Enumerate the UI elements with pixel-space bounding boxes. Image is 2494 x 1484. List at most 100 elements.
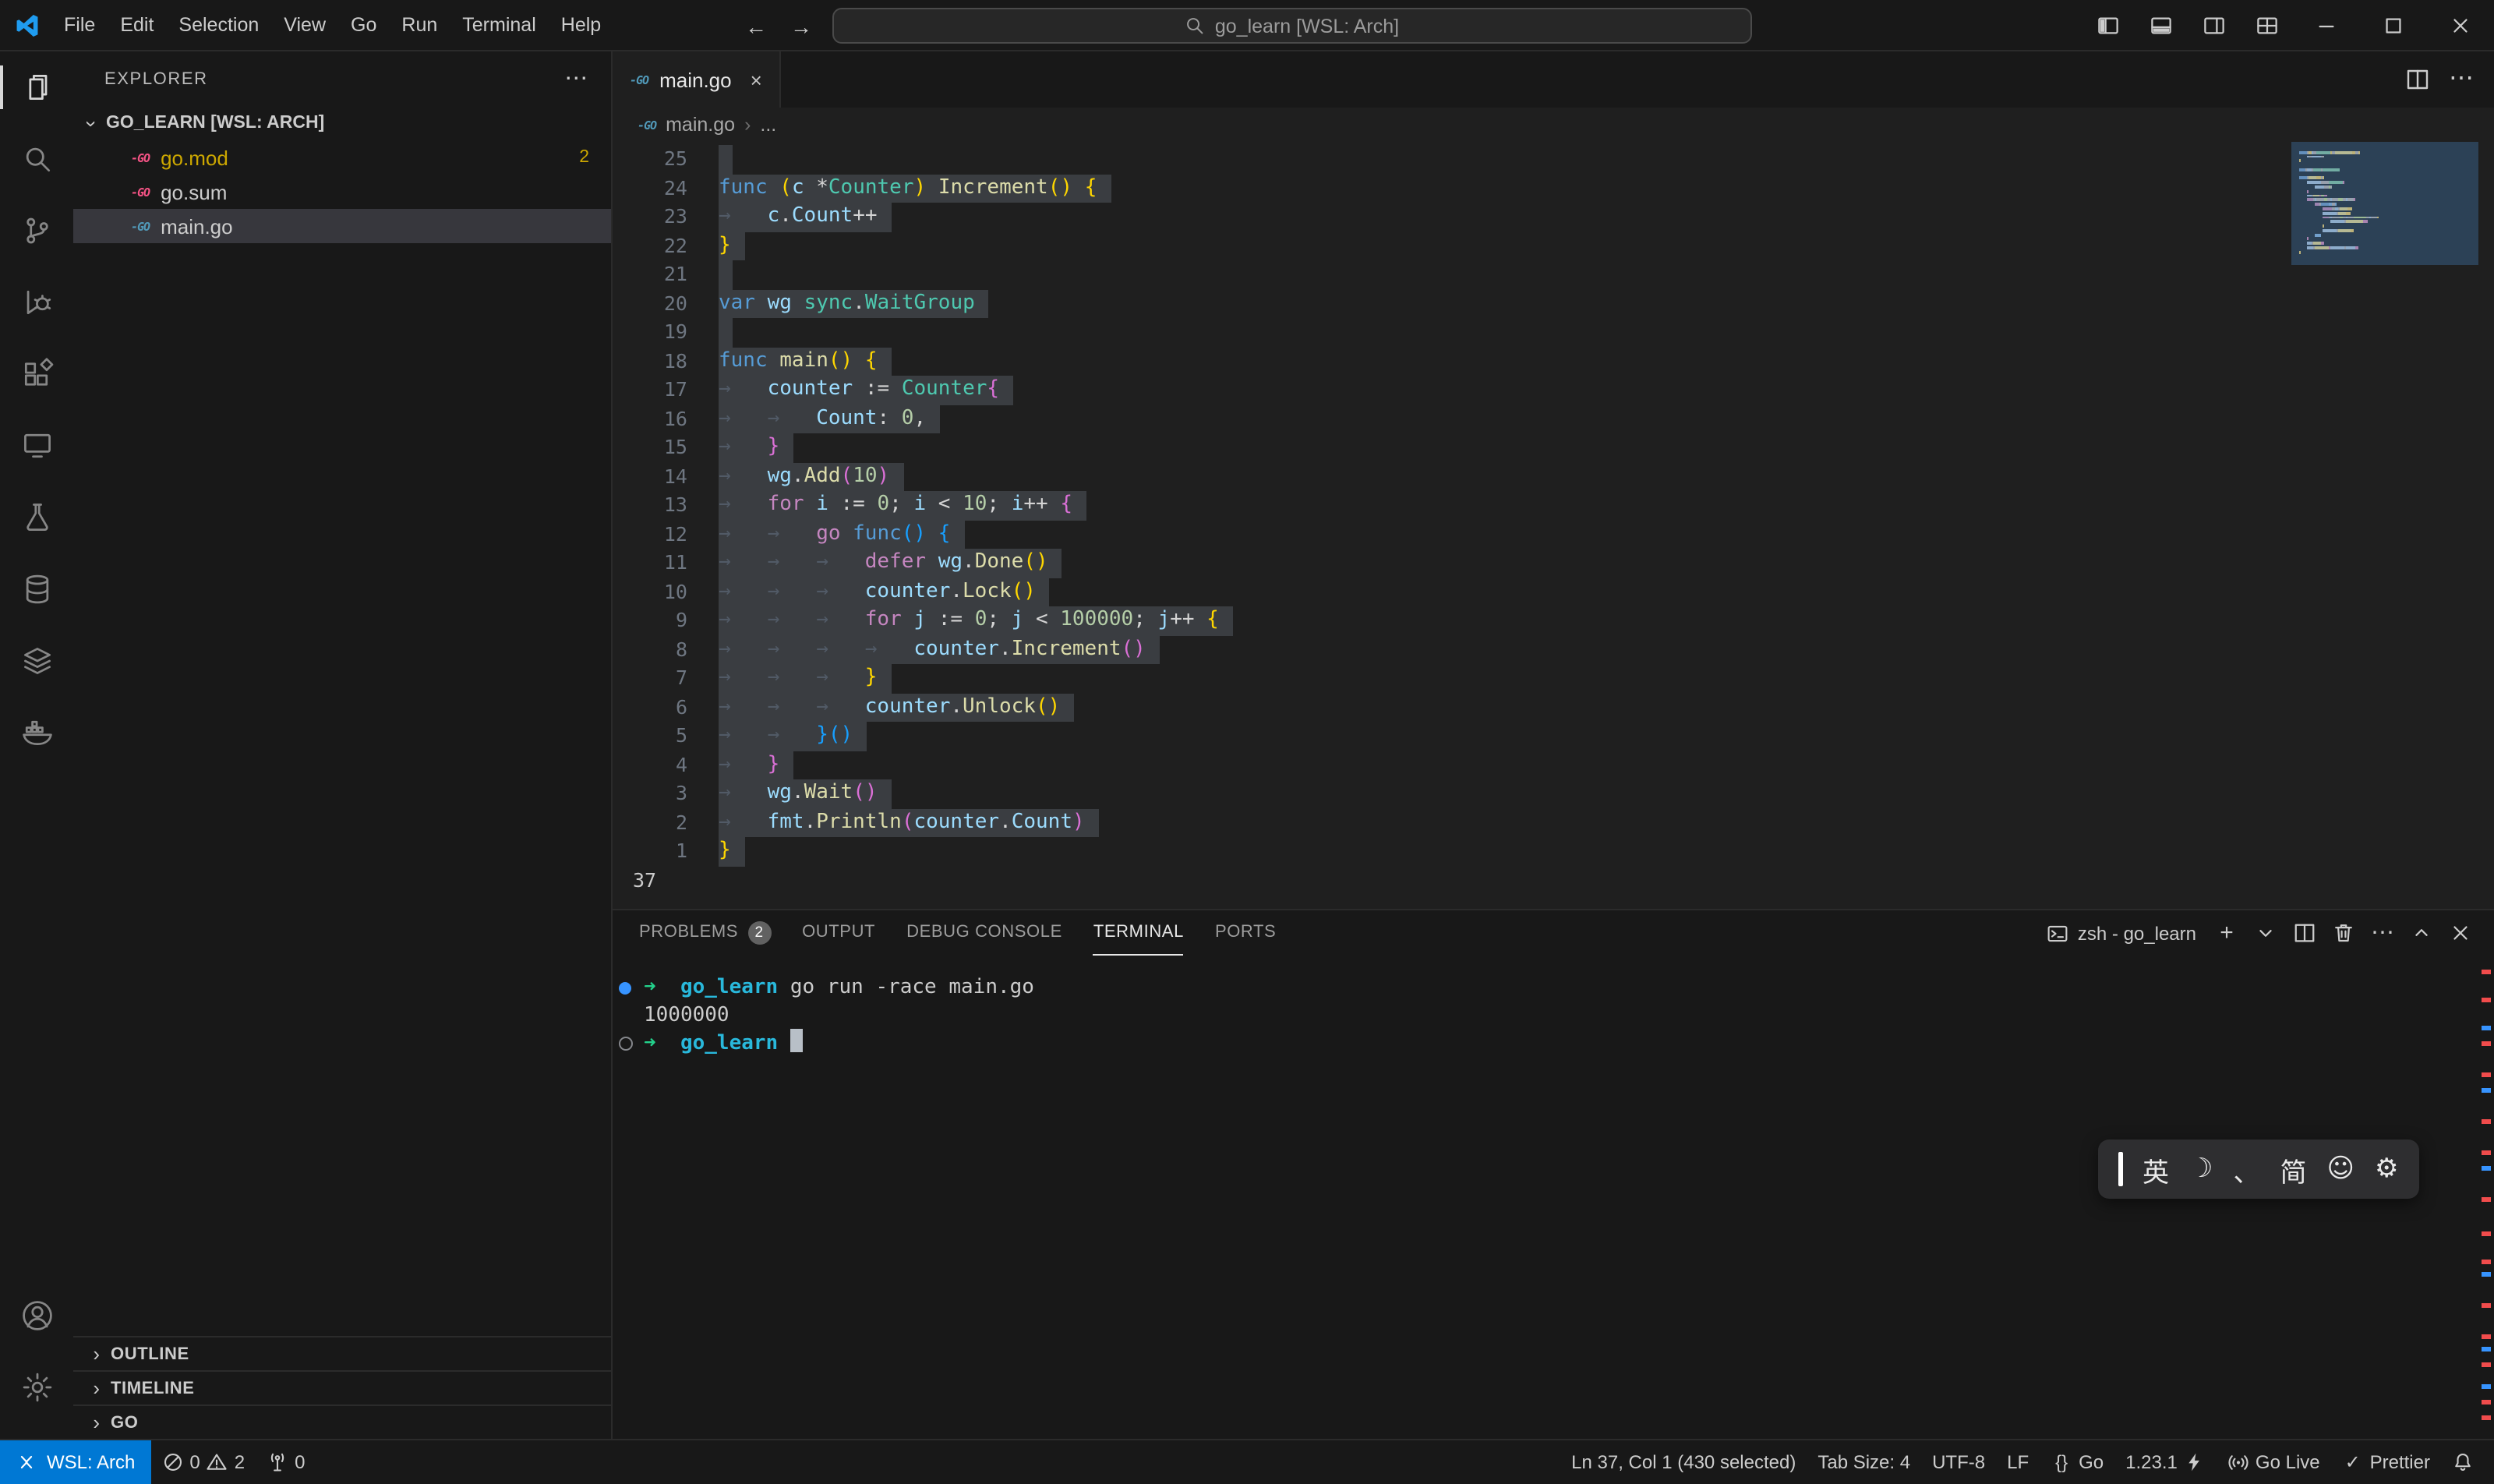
panel-tab-output[interactable]: OUTPUT [802,910,875,956]
ime-halfwidth-icon[interactable]: ☽ [2189,1154,2213,1185]
code-line[interactable]: 10→→→counter.Lock() [613,578,2494,606]
code-line[interactable]: 13→for i := 0; i < 10; i++ { [613,491,2494,520]
tab-size[interactable]: Tab Size: 4 [1807,1440,1921,1484]
code-line[interactable]: 21 [613,260,2494,289]
file-item-go-mod[interactable]: -GOgo.mod2 [73,140,611,175]
code-line[interactable]: 15→} [613,433,2494,462]
activity-testing[interactable] [0,482,73,553]
code-line[interactable]: 3→wg.Wait() [613,779,2494,808]
code-line[interactable]: 5→→}() [613,722,2494,751]
minimize-icon[interactable] [2293,0,2360,50]
line-number[interactable]: 5 [613,722,687,751]
code-line[interactable]: 19 [613,318,2494,347]
ime-settings-icon[interactable]: ⚙ [2375,1154,2399,1185]
line-number[interactable]: 15 [613,433,687,462]
line-number[interactable]: 8 [613,635,687,664]
command-center-search[interactable]: go_learn [WSL: Arch] [832,8,1752,44]
terminal-profile[interactable]: zsh - go_learn [2047,922,2196,944]
split-terminal-icon[interactable] [2293,921,2316,945]
code-line[interactable]: 12→→go func() { [613,520,2494,549]
code-line[interactable]: 9→→→for j := 0; j < 100000; j++ { [613,606,2494,635]
line-number[interactable]: 24 [613,174,687,203]
line-number[interactable]: 6 [613,693,687,722]
activity-accounts[interactable] [0,1280,73,1352]
language-mode[interactable]: {}Go [2040,1440,2114,1484]
forward-arrow-icon[interactable]: → [787,15,815,37]
line-number[interactable]: 9 [613,606,687,635]
code-line[interactable]: 37 [613,866,2494,895]
activity-source-control[interactable] [0,195,73,267]
breadcrumb[interactable]: -GO main.go › ... [613,108,2494,142]
chevron-down-icon[interactable] [2254,921,2277,945]
customize-layout-icon[interactable] [2240,0,2293,50]
line-number[interactable]: 22 [613,231,687,260]
activity-explorer[interactable] [0,51,73,123]
code-line[interactable]: 11→→→defer wg.Done() [613,549,2494,578]
menu-run[interactable]: Run [389,0,450,50]
code-line[interactable]: 6→→→counter.Unlock() [613,693,2494,722]
ports-status[interactable]: 0 [256,1440,316,1484]
code-line[interactable]: 8→→→→counter.Increment() [613,635,2494,664]
line-number[interactable]: 20 [613,289,687,318]
go-live[interactable]: Go Live [2217,1440,2331,1484]
more-actions-icon[interactable]: ⋯ [564,66,589,91]
trash-icon[interactable] [2332,921,2355,945]
notifications[interactable] [2441,1440,2485,1484]
panel-tab-terminal[interactable]: TERMINAL [1093,910,1184,956]
close-tab-icon[interactable]: × [751,68,762,91]
go-version[interactable]: 1.23.1 [2114,1440,2217,1484]
line-number[interactable]: 11 [613,549,687,578]
add-icon[interactable]: + [2215,921,2238,945]
activity-search[interactable] [0,123,73,195]
line-number[interactable]: 14 [613,462,687,491]
code-line[interactable]: 24func (c *Counter) Increment() { [613,174,2494,203]
activity-settings[interactable] [0,1352,73,1423]
menu-selection[interactable]: Selection [166,0,271,50]
line-number[interactable]: 4 [613,751,687,779]
file-item-go-sum[interactable]: -GOgo.sum [73,175,611,209]
line-number[interactable]: 10 [613,578,687,606]
line-number[interactable]: 37 [613,866,687,895]
line-number[interactable]: 23 [613,203,687,231]
menu-view[interactable]: View [271,0,338,50]
line-number[interactable]: 2 [613,808,687,837]
problems-status[interactable]: 0 2 [150,1440,256,1484]
code-line[interactable]: 18func main() { [613,347,2494,376]
code-line[interactable]: 7→→→} [613,664,2494,693]
code-line[interactable]: 4→} [613,751,2494,779]
section-outline[interactable]: ›OUTLINE [73,1336,611,1370]
section-timeline[interactable]: ›TIMELINE [73,1370,611,1404]
activity-extensions[interactable] [0,338,73,410]
line-number[interactable]: 25 [613,145,687,174]
more-icon[interactable]: ⋯ [2449,67,2474,92]
code-line[interactable]: 20var wg sync.WaitGroup [613,289,2494,318]
ime-lang-indicator[interactable]: 英 [2143,1150,2169,1189]
tab-main-go[interactable]: -GO main.go × [613,51,781,108]
eol[interactable]: LF [1996,1440,2040,1484]
menu-terminal[interactable]: Terminal [450,0,549,50]
split-editor-icon[interactable] [2405,67,2430,92]
maximize-icon[interactable] [2360,0,2427,50]
ime-charset-indicator[interactable]: 简 [2280,1150,2307,1189]
line-number[interactable]: 7 [613,664,687,693]
activity-run-debug[interactable] [0,267,73,338]
close-icon[interactable] [2449,921,2472,945]
menu-file[interactable]: File [51,0,108,50]
activity-database[interactable] [0,553,73,625]
toggle-panel-icon[interactable] [2134,0,2187,50]
menu-edit[interactable]: Edit [108,0,166,50]
cursor-position[interactable]: Ln 37, Col 1 (430 selected) [1560,1440,1807,1484]
code-editor[interactable]: 2524func (c *Counter) Increment() {23→c.… [613,142,2494,909]
line-number[interactable]: 21 [613,260,687,289]
line-number[interactable]: 1 [613,837,687,866]
chevron-up-icon[interactable] [2410,921,2433,945]
code-line[interactable]: 16→→Count: 0, [613,405,2494,433]
encoding[interactable]: UTF-8 [1921,1440,1996,1484]
minimap[interactable] [2291,142,2478,265]
code-line[interactable]: 25 [613,145,2494,174]
prettier[interactable]: ✓Prettier [2331,1440,2441,1484]
activity-remote-explorer[interactable] [0,410,73,482]
close-icon[interactable] [2427,0,2494,50]
line-number[interactable]: 18 [613,347,687,376]
line-number[interactable]: 19 [613,318,687,347]
